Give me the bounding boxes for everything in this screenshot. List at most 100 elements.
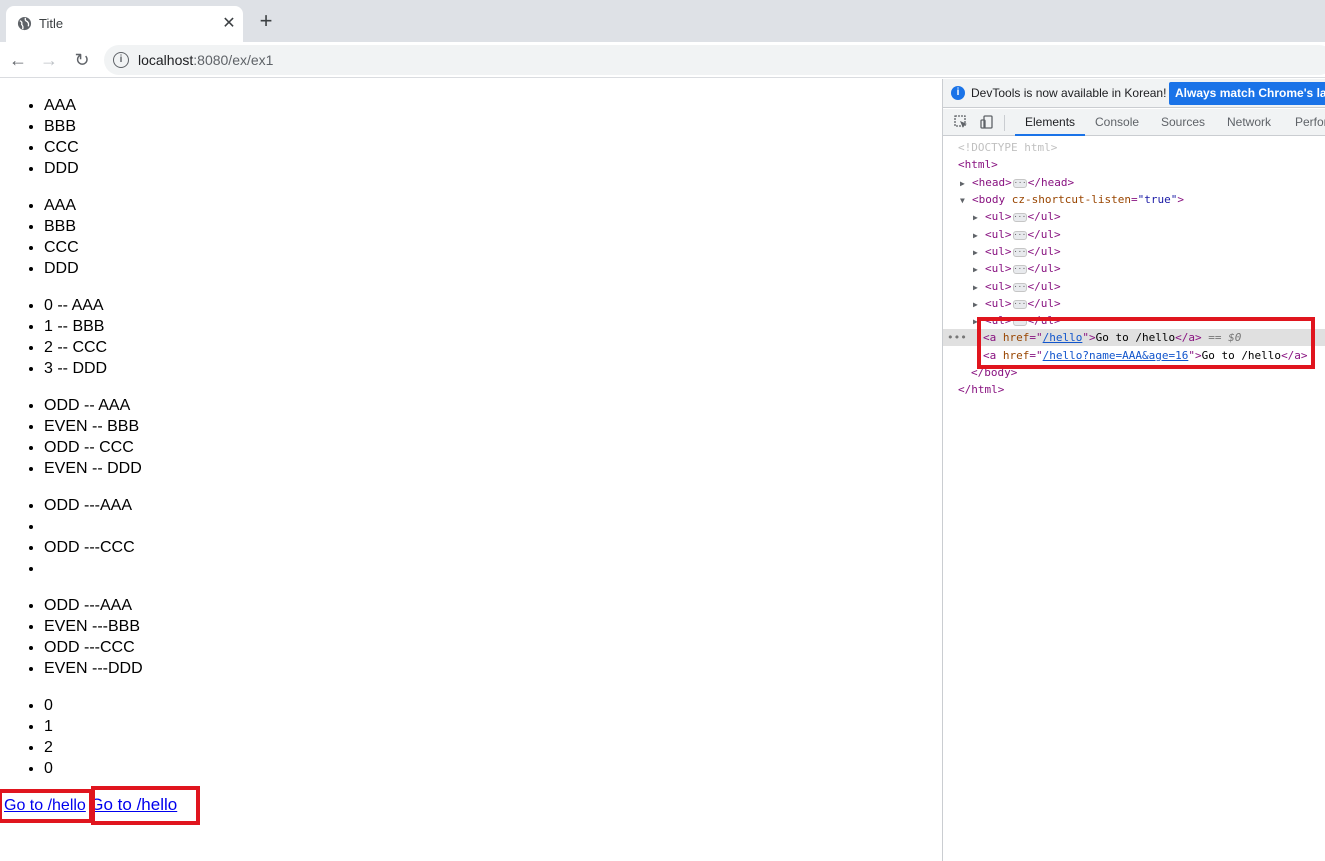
ul-close-tag: </ul> (1027, 297, 1061, 310)
list-item: 2 -- CCC (44, 337, 107, 358)
inspect-element-icon[interactable] (953, 115, 968, 130)
list-item: 0 (44, 695, 53, 716)
ul-open-tag: <ul> (985, 297, 1012, 310)
expand-triangle-icon[interactable]: ▶ (973, 279, 985, 296)
expand-triangle-icon[interactable]: ▶ (973, 227, 985, 244)
tab-sources[interactable]: Sources (1151, 109, 1215, 136)
dom-ul[interactable]: ▶ <ul> ···</ul> (943, 226, 1325, 243)
ellipsis-icon[interactable]: ··· (1012, 299, 1027, 309)
highlight-box (0, 789, 93, 823)
ul-open-tag: <ul> (985, 245, 1012, 258)
list-item: EVEN ---DDD (44, 658, 143, 679)
list-item: BBB (44, 216, 79, 237)
list-7: 0 1 2 0 (0, 695, 53, 779)
dom-head[interactable]: ▶ <head> ···</head> (943, 174, 1325, 191)
tab-elements[interactable]: Elements (1015, 109, 1086, 136)
ul-close-tag: </ul> (1027, 210, 1061, 223)
devtools-tabbar: Elements Console Sources Network Perform… (943, 109, 1325, 136)
list-item: 0 -- AAA (44, 295, 107, 316)
highlight-box (91, 786, 200, 825)
collapse-triangle-icon[interactable]: ▼ (960, 192, 972, 209)
url-path: :8080/ex/ex1 (193, 52, 274, 68)
toolbar-divider (1004, 115, 1005, 131)
list-item: CCC (44, 137, 79, 158)
highlight-box (977, 317, 1315, 369)
ul-close-tag: </ul> (1027, 262, 1061, 275)
ul-open-tag: <ul> (985, 210, 1012, 223)
back-icon[interactable]: ← (6, 48, 30, 72)
list-4: ODD -- AAA EVEN -- BBB ODD -- CCC EVEN -… (0, 395, 142, 479)
body-attr-value: "true" (1137, 193, 1178, 206)
ellipsis-icon[interactable]: ··· (1012, 264, 1027, 274)
list-item: ODD -- CCC (44, 437, 142, 458)
expand-triangle-icon[interactable]: ▶ (960, 175, 972, 192)
info-icon: i (951, 86, 965, 100)
ellipsis-icon[interactable]: ··· (1012, 282, 1027, 292)
expand-triangle-icon[interactable]: ▶ (973, 261, 985, 278)
dom-body[interactable]: ▼ <body cz-shortcut-listen="true"> (943, 191, 1325, 208)
dom-ul[interactable]: ▶ <ul> ···</ul> (943, 278, 1325, 295)
expand-triangle-icon[interactable]: ▶ (973, 296, 985, 313)
list-item: CCC (44, 237, 79, 258)
ul-open-tag: <ul> (985, 280, 1012, 293)
ul-open-tag: <ul> (985, 262, 1012, 275)
browser-tab[interactable]: Title ✕ (6, 6, 243, 42)
list-item: ODD -- AAA (44, 395, 142, 416)
tab-performance[interactable]: Performance (1285, 109, 1325, 136)
list-item: ODD ---AAA (44, 595, 143, 616)
devtools-infobar: i DevTools is now available in Korean! A… (943, 79, 1325, 108)
dom-html[interactable]: <html> (943, 156, 1325, 173)
list-item: BBB (44, 116, 79, 137)
tab-console[interactable]: Console (1085, 109, 1149, 136)
dom-ul[interactable]: ▶ <ul> ···</ul> (943, 208, 1325, 225)
site-info-icon[interactable]: i (113, 52, 129, 68)
list-item: 2 (44, 737, 53, 758)
dom-ul[interactable]: ▶ <ul> ···</ul> (943, 295, 1325, 312)
head-close-tag: </head> (1027, 176, 1075, 189)
ellipsis-icon[interactable]: ··· (1012, 212, 1027, 222)
expand-triangle-icon[interactable]: ▶ (973, 244, 985, 261)
dom-tree: <!DOCTYPE html> <html> ▶ <head> ···</head>… (943, 137, 1325, 861)
list-item (44, 558, 135, 579)
more-actions-icon[interactable]: ••• (947, 329, 967, 346)
list-item: DDD (44, 258, 79, 279)
close-tab-icon[interactable]: ✕ (219, 14, 239, 34)
list-item: ODD ---AAA (44, 495, 135, 516)
list-item: AAA (44, 95, 79, 116)
url-text: localhost:8080/ex/ex1 (138, 52, 273, 68)
device-toolbar-icon[interactable] (979, 115, 994, 130)
ul-close-tag: </ul> (1027, 228, 1061, 241)
devtools-panel: i DevTools is now available in Korean! A… (942, 79, 1325, 861)
tab-strip: Title ✕ + (0, 0, 1325, 42)
dom-ul[interactable]: ▶ <ul> ···</ul> (943, 260, 1325, 277)
list-2: AAA BBB CCC DDD (0, 195, 79, 279)
list-3: 0 -- AAA 1 -- BBB 2 -- CCC 3 -- DDD (0, 295, 107, 379)
list-item: ODD ---CCC (44, 637, 143, 658)
url-host: localhost (138, 52, 194, 68)
ellipsis-icon[interactable]: ··· (1012, 247, 1027, 257)
list-1: AAA BBB CCC DDD (0, 95, 79, 179)
list-item (44, 516, 135, 537)
dom-ul[interactable]: ▶ <ul> ···</ul> (943, 243, 1325, 260)
dom-doctype[interactable]: <!DOCTYPE html> (943, 139, 1325, 156)
forward-icon[interactable]: → (37, 48, 61, 72)
head-open-tag: <head> (972, 176, 1012, 189)
ellipsis-icon[interactable]: ··· (1012, 230, 1027, 240)
list-item: EVEN -- DDD (44, 458, 142, 479)
ellipsis-icon[interactable]: ··· (1012, 178, 1027, 188)
list-item: ODD ---CCC (44, 537, 135, 558)
ul-close-tag: </ul> (1027, 245, 1061, 258)
reload-icon[interactable]: ↻ (70, 48, 94, 72)
list-item: 1 -- BBB (44, 316, 107, 337)
tab-network[interactable]: Network (1217, 109, 1281, 136)
dom-html-close[interactable]: </html> (943, 381, 1325, 398)
globe-icon (17, 16, 32, 36)
match-language-button[interactable]: Always match Chrome's language (1169, 82, 1325, 105)
expand-triangle-icon[interactable]: ▶ (973, 209, 985, 226)
browser-toolbar: ← → ↻ i localhost:8080/ex/ex1 (0, 42, 1325, 78)
infobar-message: DevTools is now available in Korean! (971, 86, 1167, 100)
html-close-tag: </html> (958, 383, 1005, 396)
new-tab-button[interactable]: + (255, 10, 277, 32)
address-bar[interactable]: i localhost:8080/ex/ex1 (104, 45, 1325, 75)
body-attr-name: cz-shortcut-listen (1011, 193, 1131, 206)
